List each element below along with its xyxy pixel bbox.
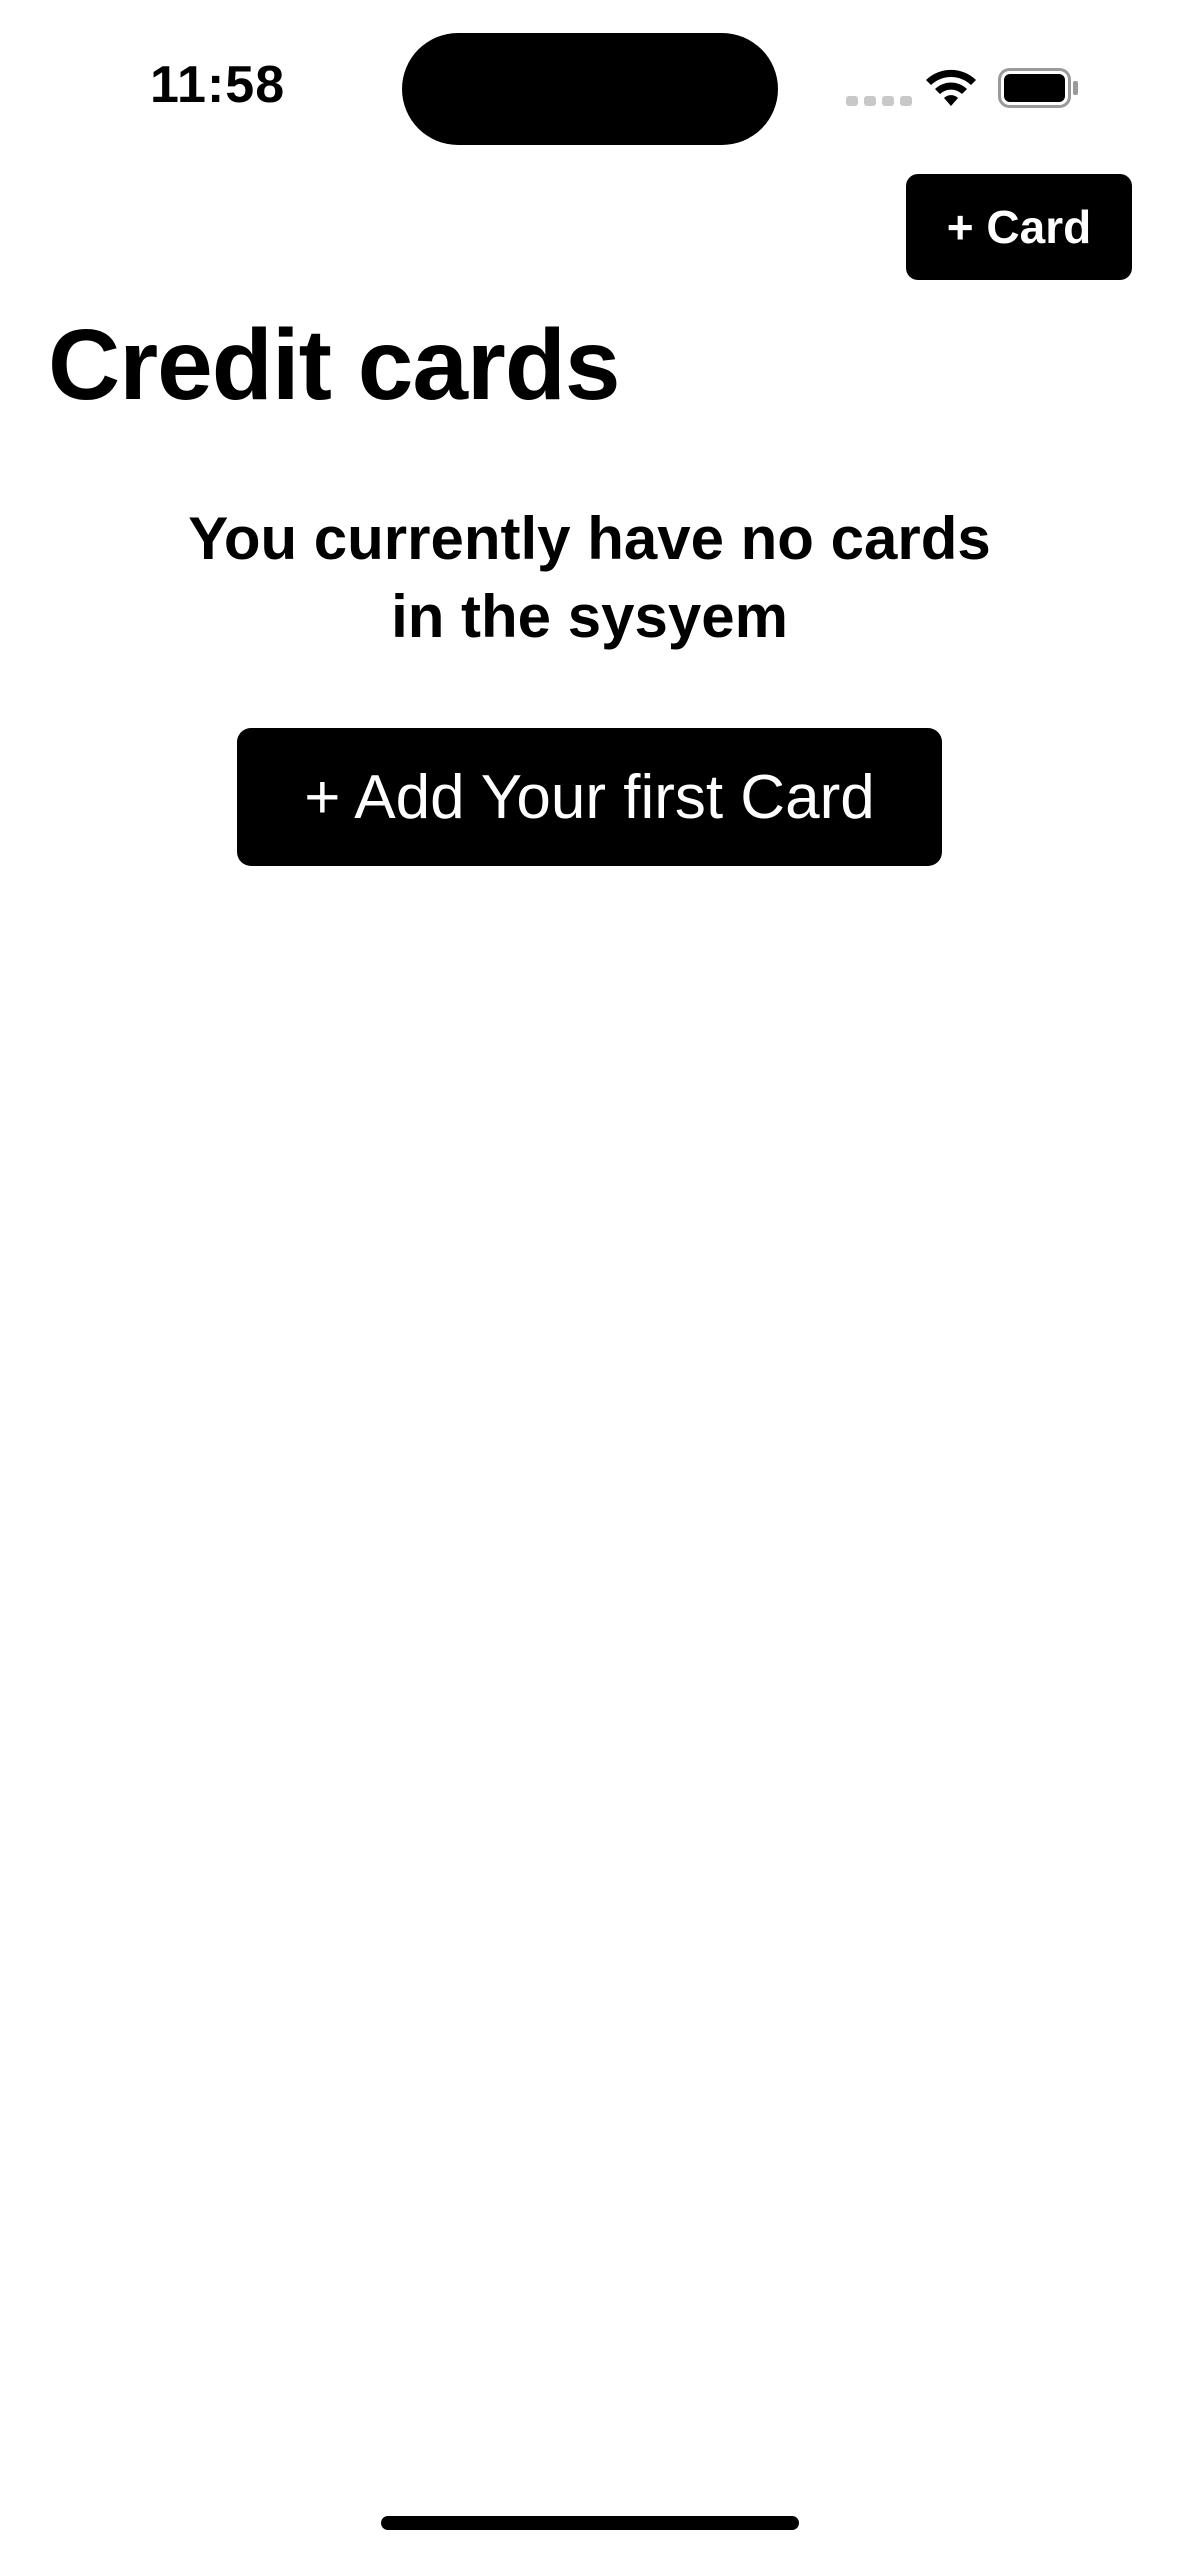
add-first-card-button[interactable]: + Add Your first Card bbox=[237, 728, 942, 866]
empty-state-line-1: You currently have no cards bbox=[188, 505, 991, 572]
wifi-icon bbox=[926, 69, 976, 106]
signal-bar bbox=[882, 96, 894, 106]
status-time: 11:58 bbox=[150, 56, 286, 114]
dynamic-island bbox=[402, 33, 778, 145]
status-bar: 11:58 bbox=[0, 0, 1179, 170]
screen: 11:58 + Card Credit cards You currently … bbox=[0, 0, 1179, 2556]
signal-bar bbox=[900, 96, 912, 106]
home-indicator[interactable] bbox=[381, 2516, 799, 2530]
battery-icon bbox=[998, 68, 1078, 108]
signal-bar bbox=[864, 96, 876, 106]
page-title: Credit cards bbox=[48, 309, 621, 421]
empty-state-message: You currently have no cards in the sysye… bbox=[100, 500, 1079, 656]
signal-bar bbox=[846, 96, 858, 106]
cellular-signal-icon bbox=[846, 96, 912, 106]
add-card-button[interactable]: + Card bbox=[906, 174, 1132, 280]
empty-state-line-2: in the sysyem bbox=[391, 583, 788, 650]
